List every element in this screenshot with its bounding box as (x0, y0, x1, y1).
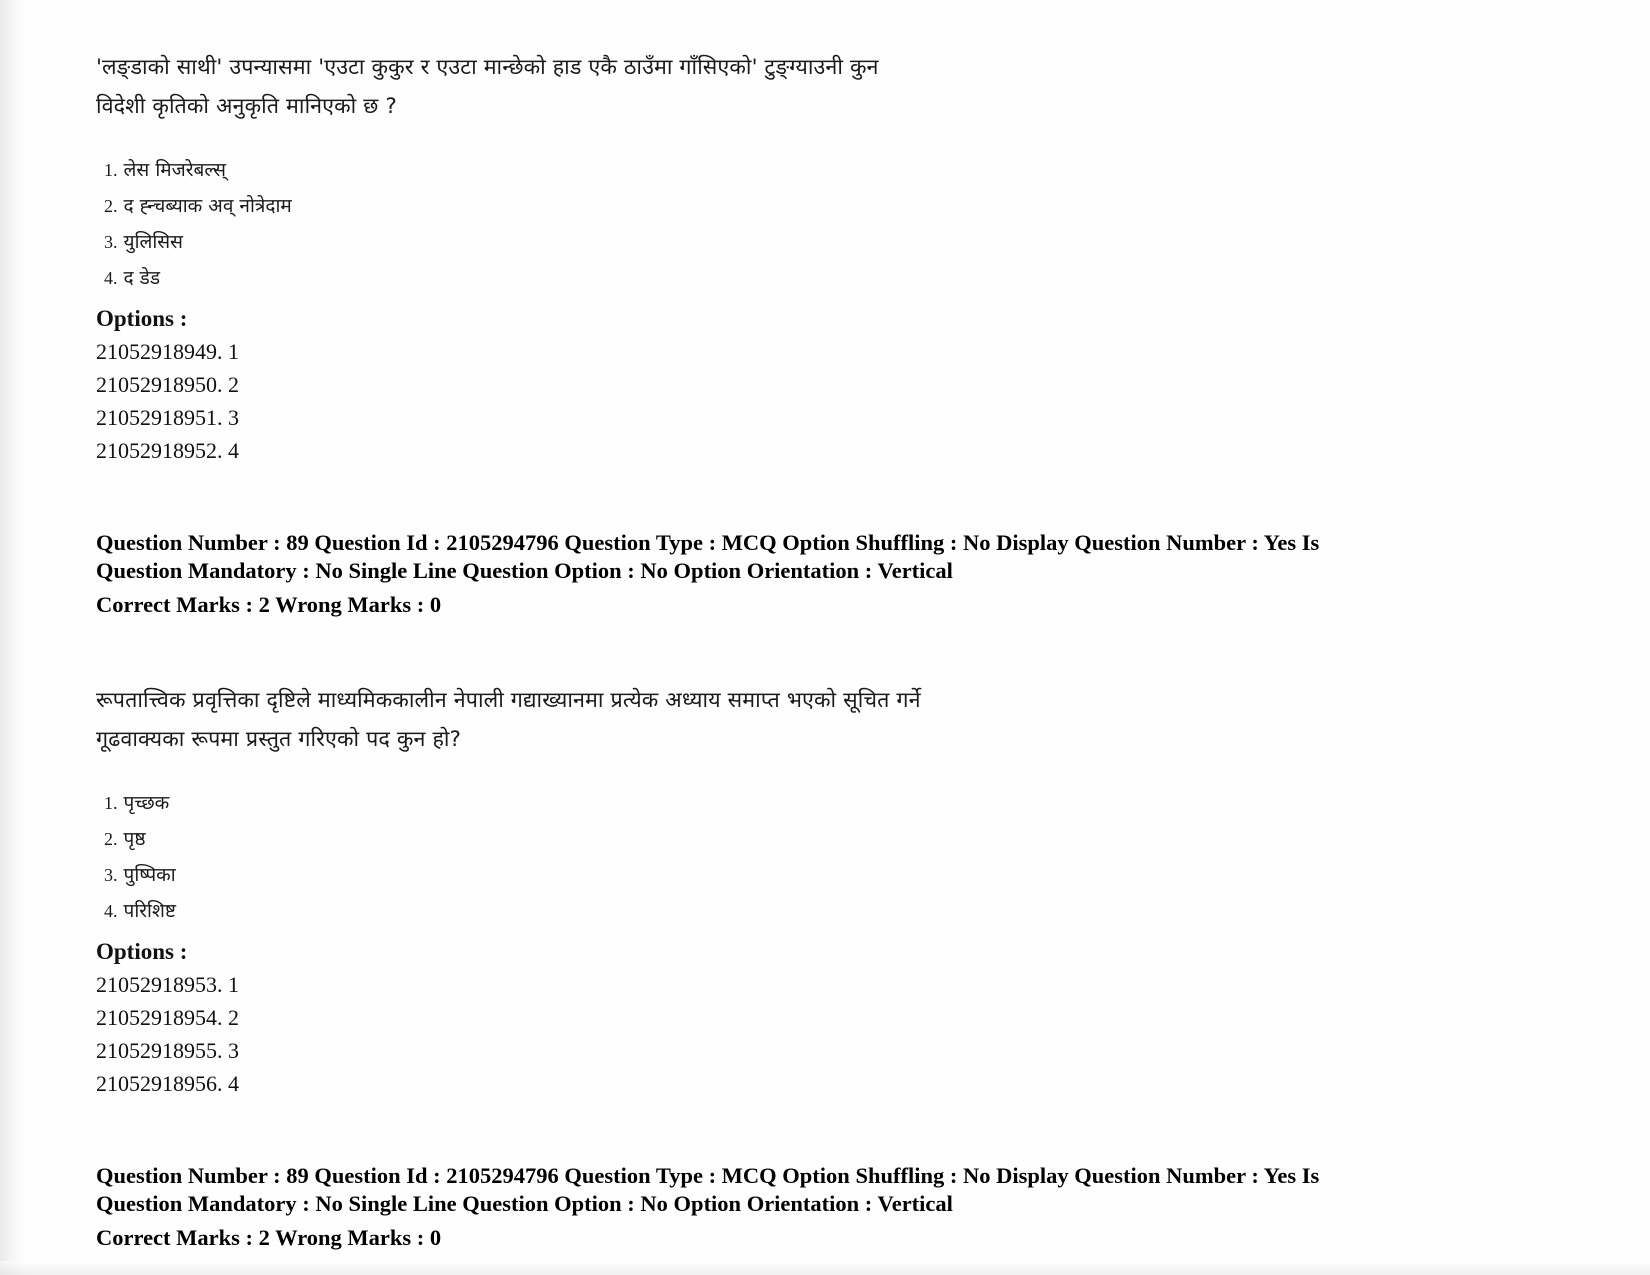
choice-number: 1. (104, 793, 118, 813)
metadata-line-1: Question Number : 89 Question Id : 21052… (96, 1163, 1320, 1188)
choice-item[interactable]: 2. पृष्ठ (104, 821, 1526, 857)
choice-text: लेस मिजरेबल्स् (123, 159, 226, 181)
options-label-1: Options : (96, 306, 188, 331)
question-stem-1-line-1: 'लङ्डाको साथी' उपन्यासमा 'एउटा कुकुर र ए… (96, 55, 879, 80)
choice-text: द ह्न्चब्याक अव् नोत्रेदाम (123, 195, 292, 217)
option-id-row: 21052918949. 1 (96, 339, 239, 364)
scan-edge-shadow-bottom (0, 1261, 1650, 1275)
choice-text: द डेड (123, 267, 161, 289)
option-id-list-1: 21052918949. 1 21052918950. 2 2105291895… (96, 335, 1526, 467)
option-id-row: 21052918950. 2 (96, 372, 239, 397)
question-block-1: 'लङ्डाको साथी' उपन्यासमा 'एउटा कुकुर र ए… (96, 48, 1526, 619)
choice-item[interactable]: 1. लेस मिजरेबल्स् (104, 152, 1526, 188)
question-metadata-2: Question Number : 89 Question Id : 21052… (96, 1162, 1406, 1252)
scan-edge-shadow-left (0, 0, 26, 1275)
choice-number: 3. (104, 865, 118, 885)
question-stem-1: 'लङ्डाको साथी' उपन्यासमा 'एउटा कुकुर र ए… (96, 48, 1256, 126)
choice-number: 2. (104, 829, 118, 849)
choice-text: परिशिष्ट (123, 900, 176, 922)
question-separator (96, 619, 1526, 681)
choice-text: पृच्छक (123, 792, 170, 814)
choice-item[interactable]: 4. परिशिष्ट (104, 893, 1526, 929)
choice-number: 2. (104, 196, 118, 216)
choice-item[interactable]: 1. पृच्छक (104, 785, 1526, 821)
question-stem-1-line-2: विदेशी कृतिको अनुकृति मानिएको छ ? (96, 94, 397, 119)
choice-number: 4. (104, 268, 118, 288)
option-id-row: 21052918952. 4 (96, 438, 239, 463)
metadata-marks: Correct Marks : 2 Wrong Marks : 0 (96, 1225, 442, 1250)
choice-text: युलिसिस (123, 231, 183, 253)
choice-number: 1. (104, 160, 118, 180)
choice-list-1: 1. लेस मिजरेबल्स् 2. द ह्न्चब्याक अव् नो… (96, 152, 1526, 296)
option-id-row: 21052918955. 3 (96, 1038, 239, 1063)
choice-number: 4. (104, 901, 118, 921)
option-id-row: 21052918956. 4 (96, 1071, 239, 1096)
metadata-line-1: Question Number : 89 Question Id : 21052… (96, 530, 1320, 555)
choice-number: 3. (104, 232, 118, 252)
scanned-page: 'लङ्डाको साथी' उपन्यासमा 'एउटा कुकुर र ए… (0, 0, 1650, 1275)
metadata-marks: Correct Marks : 2 Wrong Marks : 0 (96, 592, 442, 617)
option-id-row: 21052918953. 1 (96, 972, 239, 997)
options-label-2: Options : (96, 939, 188, 964)
choice-list-2: 1. पृच्छक 2. पृष्ठ 3. पुष्पिका 4. परिशिष… (96, 785, 1526, 929)
choice-text: पृष्ठ (123, 828, 146, 850)
question-stem-2-line-2: गूढवाक्यका रूपमा प्रस्तुत गरिएको पद कुन … (96, 727, 462, 752)
option-id-row: 21052918951. 3 (96, 405, 239, 430)
question-stem-2: रूपतात्त्विक प्रवृत्तिका दृष्टिले माध्यम… (96, 681, 1256, 759)
option-id-list-2: 21052918953. 1 21052918954. 2 2105291895… (96, 968, 1526, 1100)
choice-item[interactable]: 2. द ह्न्चब्याक अव् नोत्रेदाम (104, 188, 1526, 224)
metadata-line-2: Question Mandatory : No Single Line Ques… (96, 558, 953, 583)
question-block-2: रूपतात्त्विक प्रवृत्तिका दृष्टिले माध्यम… (96, 681, 1526, 1252)
page-content: 'लङ्डाको साथी' उपन्यासमा 'एउटा कुकुर र ए… (96, 48, 1526, 1252)
question-metadata-1: Question Number : 89 Question Id : 21052… (96, 529, 1406, 619)
choice-text: पुष्पिका (123, 864, 176, 886)
choice-item[interactable]: 3. पुष्पिका (104, 857, 1526, 893)
metadata-line-2: Question Mandatory : No Single Line Ques… (96, 1191, 953, 1216)
question-stem-2-line-1: रूपतात्त्विक प्रवृत्तिका दृष्टिले माध्यम… (96, 688, 921, 713)
option-id-row: 21052918954. 2 (96, 1005, 239, 1030)
choice-item[interactable]: 4. द डेड (104, 260, 1526, 296)
choice-item[interactable]: 3. युलिसिस (104, 224, 1526, 260)
